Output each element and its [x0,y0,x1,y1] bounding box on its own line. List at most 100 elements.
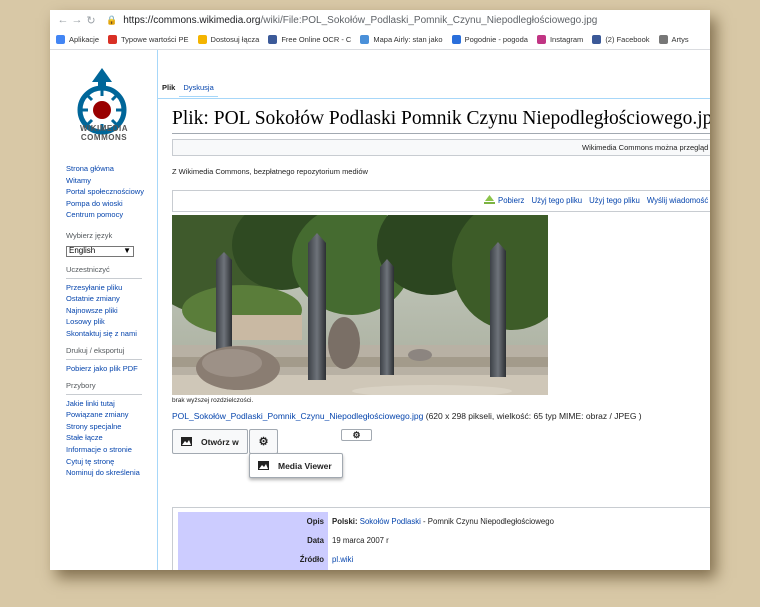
facebook-icon [592,35,602,44]
bookmark-item[interactable]: Pogodnie - pogoda [451,35,528,44]
meta-label: Źródło [178,550,328,569]
tv-favicon-icon [197,35,207,44]
sidebar-link[interactable]: Powiązane zmiany [66,409,142,421]
image-caption: brak wyższej rozdzielczości. [172,397,254,404]
sidebar: WIKIMEDIA COMMONS Strona główna Witamy Port… [50,50,157,570]
use-file-web-link[interactable]: Użyj tego pliku [531,196,582,205]
sidebar-link[interactable]: Nominuj do skreślenia [66,467,142,479]
content-area: Plik Dyskusja Plik: POL Sokołów Podlaski… [157,50,710,570]
logo-wordmark: WIKIMEDIA COMMONS [79,124,129,142]
bookmark-label: Artys [671,35,689,44]
page-icon [658,35,668,44]
nav-main: Strona główna Witamy Portal społecznościow… [66,163,144,221]
reload-icon[interactable]: ↻ [84,14,98,27]
bookmark-label: (2) Facebook [605,35,650,44]
sidebar-link[interactable]: Przesyłanie pliku [66,282,142,294]
bookmark-label: Aplikacje [69,35,100,44]
sidebar-link[interactable]: Stałe łącze [66,432,142,444]
meta-value: 19 marca 2007 r [328,536,389,545]
sidebar-link[interactable]: Witamy [66,175,144,187]
back-icon[interactable]: ← [56,14,70,26]
sidebar-link[interactable]: Centrum pomocy [66,209,144,221]
sidebar-link[interactable]: Informacje o stronie [66,444,142,456]
image-icon [181,437,192,446]
bookmark-label: Typowe wartości PE [121,35,189,44]
meta-row: AutorDjzvir , Michał Kurc [178,569,710,570]
bookmark-item[interactable]: Mapa Airly: stan jako [360,35,443,44]
sidebar-link[interactable]: Jakie linki tutaj [66,398,142,410]
bookmark-item[interactable]: Typowe wartości PE [108,35,189,44]
airly-favicon-icon [360,35,370,44]
ocr-favicon-icon [268,35,278,44]
bookmark-label: Instagram [549,35,584,44]
title-divider [172,133,710,134]
file-toolbar: Pobierz Użyj tego pliku Użyj tego pliku Wyś… [172,190,710,212]
lock-icon: 🔒 [106,14,118,25]
meta-text: 19 marca 2007 r [332,535,389,545]
bookmarks-bar: Aplikacje Typowe wartości PE Dostosuj łącz… [50,30,710,50]
nav-print: Drukuj / eksportuj Pobierz jako plik PDF [66,345,142,374]
bookmark-item[interactable]: (2) Facebook [592,35,650,44]
sidebar-link[interactable]: Strony specjalne [66,421,142,433]
language-select[interactable]: English ▼ [66,245,134,257]
settings-button-secondary[interactable]: ⚙ [341,429,372,441]
sidebar-link[interactable]: Strona główna [66,163,144,175]
file-info: POL_Sokołów_Podlaski_Pomnik_Czynu_Niepod… [172,411,642,421]
email-link[interactable]: Wyślij wiadomość [647,196,708,205]
weather-favicon-icon [451,35,461,44]
portal-heading: Drukuj / eksportuj [66,345,142,360]
language-selector: Wybierz język English ▼ [66,230,142,257]
site-favicon-icon [108,35,118,44]
meta-row: Źródło pl.wiki [178,550,710,569]
meta-label: Data [178,531,328,550]
sidebar-link[interactable]: Pompa do wioski [66,198,144,210]
download-link[interactable]: Pobierz [498,196,524,205]
file-link[interactable]: POL_Sokołów_Podlaski_Pomnik_Czynu_Niepod… [172,411,423,421]
meta-row: Data 19 marca 2007 r [178,531,710,550]
bookmark-item[interactable]: Aplikacje [56,35,99,44]
tab-discussion[interactable]: Dyskusja [179,80,218,97]
bookmark-label: Pogodnie - pogoda [464,35,528,44]
open-in-button[interactable]: Otwórz w [172,429,248,454]
sidebar-link[interactable]: Ostatnie zmiany [66,293,142,305]
sidebar-link[interactable]: Portal społecznościowy [66,186,144,198]
sidebar-link[interactable]: Najnowsze pliki [66,305,142,317]
use-file-wiki-link[interactable]: Użyj tego pliku [589,196,640,205]
settings-button[interactable]: ⚙ [249,429,278,454]
apps-grid-icon [56,35,65,44]
tab-file[interactable]: Plik [158,80,180,97]
bookmark-item[interactable]: Artys [658,35,689,44]
meta-value: pl.wiki [328,555,353,564]
meta-link[interactable]: Sokołów Podlaski [360,517,421,526]
bookmark-item[interactable]: Dostosuj łącza [197,35,259,44]
monument-photo[interactable] [172,215,548,395]
image-icon [258,461,269,470]
meta-row: Opis Polski: Sokołów Podlaski - Pomnik Cz… [178,512,710,531]
bookmark-item[interactable]: Free Online OCR - C [268,35,351,44]
notice-banner: Wikimedia Commons można przegląd [172,139,710,156]
browser-window: ← → ↻ 🔒 https://commons.wikimedia.org/wi… [50,10,710,570]
nav-participate: Uczestniczyć Przesyłanie pliku Ostatnie z… [66,264,142,340]
sidebar-link[interactable]: Skontaktuj się z nami [66,328,142,340]
forward-icon[interactable]: → [70,14,84,26]
download-icon [484,195,495,204]
url-text[interactable]: https://commons.wikimedia.org/wiki/File:… [123,15,597,26]
site-tagline: Z Wikimedia Commons, bezpłatnego repozyt… [172,167,368,176]
meta-value: Polski: Sokołów Podlaski - Pomnik Czynu … [328,517,554,526]
header-divider [158,98,710,99]
media-viewer-button[interactable]: Media Viewer [249,453,343,478]
sidebar-link[interactable]: Losowy plik [66,316,142,328]
meta-prefix: Polski: [332,516,358,526]
page-tabs: Plik Dyskusja [158,80,218,97]
meta-text: - Pomnik Czynu Niepodległościowego [420,516,554,526]
gear-icon: ⚙ [258,436,269,448]
bookmark-label: Free Online OCR - C [281,35,352,44]
page: WIKIMEDIA COMMONS Strona główna Witamy Port… [50,50,710,570]
portal-heading: Przybory [66,380,142,395]
sidebar-link[interactable]: Pobierz jako plik PDF [66,363,142,375]
meta-link[interactable]: pl.wiki [332,555,353,564]
nav-tools: Przybory Jakie linki tutaj Powiązane zmia… [66,380,142,479]
address-bar[interactable]: ← → ↻ 🔒 https://commons.wikimedia.org/wi… [50,10,710,30]
bookmark-item[interactable]: Instagram [536,35,584,44]
sidebar-link[interactable]: Cytuj tę stronę [66,456,142,468]
